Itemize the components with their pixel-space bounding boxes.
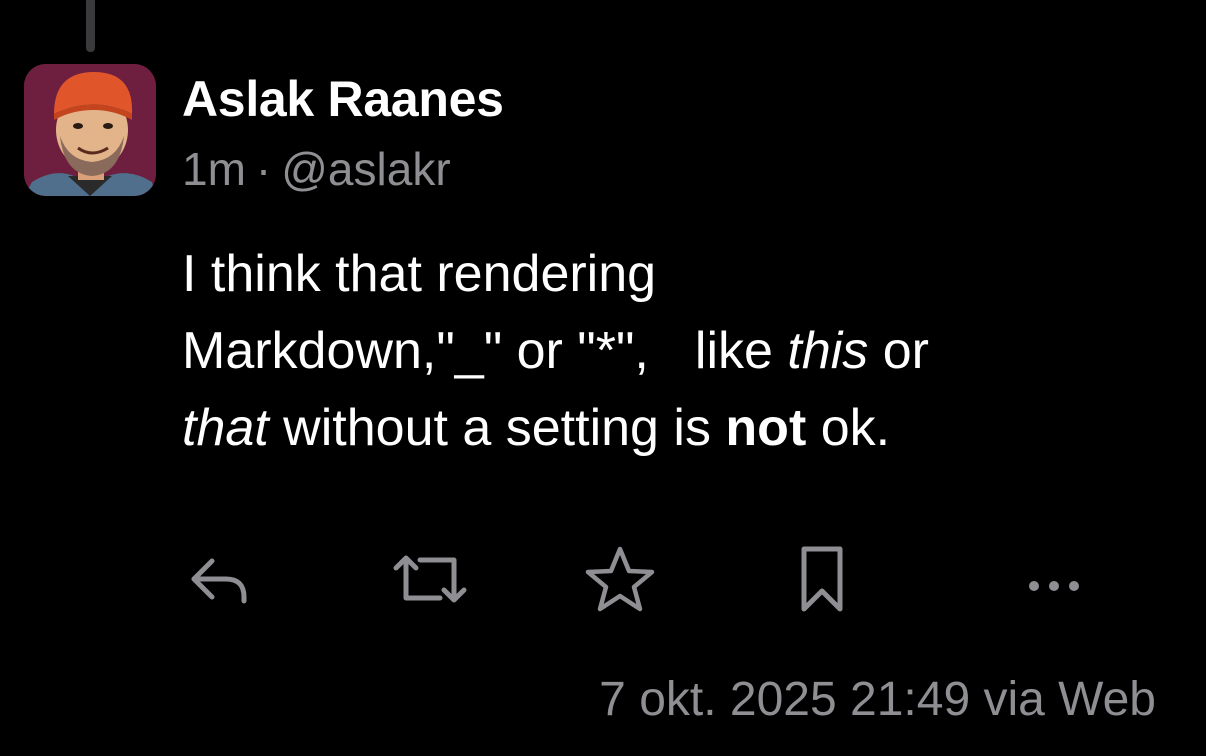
post-content-line-2: Markdown,"_" or "*", like this or bbox=[182, 313, 1172, 390]
avatar-image bbox=[24, 64, 156, 196]
bookmark-button[interactable] bbox=[786, 544, 858, 614]
bookmark-icon bbox=[801, 546, 843, 612]
thread-connector-line bbox=[86, 0, 95, 52]
post-text-italic: this bbox=[787, 322, 869, 380]
boost-icon bbox=[393, 555, 467, 603]
more-button[interactable] bbox=[1018, 544, 1090, 614]
boost-button[interactable] bbox=[388, 544, 472, 614]
post-text-segment: I think that rendering bbox=[182, 245, 657, 303]
avatar[interactable] bbox=[24, 64, 156, 196]
post-text-segment: ok. bbox=[806, 399, 891, 457]
post-text-segment: or bbox=[868, 322, 929, 380]
more-icon bbox=[1029, 581, 1079, 591]
reply-button[interactable] bbox=[178, 544, 258, 614]
star-icon bbox=[585, 546, 655, 612]
post-content-line-3: that without a setting is not ok. bbox=[182, 390, 1172, 467]
reply-icon bbox=[191, 558, 247, 604]
post-text-bold: not bbox=[725, 399, 807, 457]
post-meta: 1m · @aslakr bbox=[182, 142, 451, 196]
favourite-button[interactable] bbox=[580, 544, 660, 614]
post-text-segment: without a setting is bbox=[268, 399, 726, 457]
post-detail: Aslak Raanes 1m · @aslakr I think that ren… bbox=[0, 0, 1206, 756]
post-text-segment: Markdown,"_" or "*", bbox=[182, 322, 649, 380]
author-handle[interactable]: @aslakr bbox=[281, 143, 450, 195]
relative-time[interactable]: 1m bbox=[182, 143, 246, 195]
post-content-line-1: I think that rendering bbox=[182, 236, 1172, 313]
post-text-segment: like bbox=[694, 322, 788, 380]
post-text-italic: that bbox=[182, 399, 269, 457]
meta-separator: · bbox=[255, 143, 272, 195]
post-timestamp[interactable]: 7 okt. 2025 21:49 via Web bbox=[599, 672, 1156, 727]
post-action-bar bbox=[0, 544, 1206, 614]
post-content: I think that rendering Markdown,"_" or "… bbox=[182, 236, 1172, 467]
author-name[interactable]: Aslak Raanes bbox=[182, 70, 504, 128]
